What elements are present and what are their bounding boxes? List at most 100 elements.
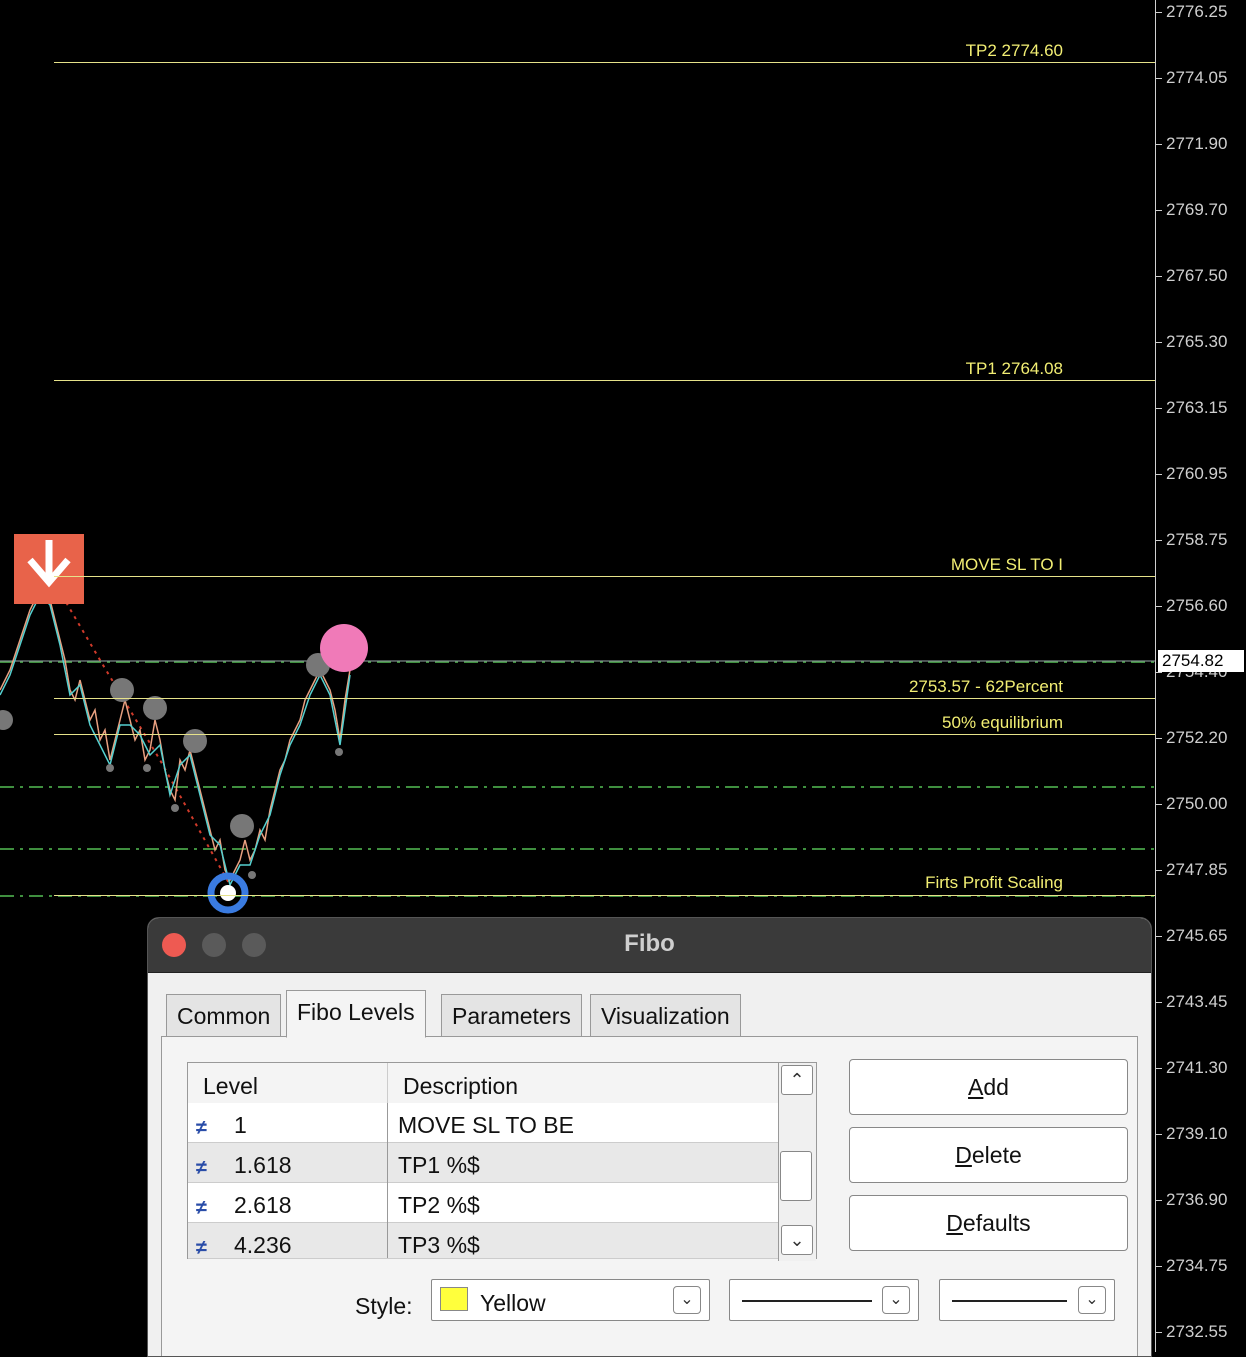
axis-tick-label: 2771.90 [1166, 134, 1228, 153]
price-axis[interactable]: 2776.25 2774.05 2771.90 2769.70 2767.50 2765.… [1155, 0, 1246, 1352]
titlebar[interactable]: Fibo [148, 918, 1151, 973]
axis-tick-mark [1156, 12, 1162, 13]
table-row[interactable]: ≠ 2.618 TP2 %$ [188, 1183, 778, 1223]
color-swatch [440, 1287, 468, 1311]
axis-tick-mark [1156, 408, 1162, 409]
style-label: Style: [355, 1293, 413, 1319]
axis-tick-label: 2745.65 [1166, 926, 1228, 945]
axis-tick-label: 2758.75 [1166, 530, 1228, 549]
defaults-button[interactable]: Defaults [849, 1195, 1128, 1251]
axis-tick-label: 2774.05 [1166, 68, 1228, 87]
swing-dot [143, 696, 167, 720]
level-value: 1 [234, 1112, 247, 1138]
line-width-select[interactable]: ⌄ [939, 1279, 1115, 1321]
tp1-label: TP1 2764.08 [965, 359, 1063, 378]
level-value: 1.618 [234, 1152, 292, 1178]
current-price-badge: 2754.82 [1158, 650, 1244, 672]
line-style-select[interactable]: ⌄ [729, 1279, 919, 1321]
swing-dot [0, 710, 13, 730]
column-header-level[interactable]: Level [188, 1063, 388, 1103]
equilibrium-line [54, 734, 1155, 735]
axis-tick-mark [1156, 474, 1162, 475]
axis-tick-label: 2750.00 [1166, 794, 1228, 813]
column-header-description[interactable]: Description [388, 1063, 778, 1103]
axis-tick-label: 2767.50 [1166, 266, 1228, 285]
line-width-preview [952, 1300, 1067, 1302]
axis-tick-label: 2743.45 [1166, 992, 1228, 1011]
chevron-down-icon[interactable]: ⌄ [882, 1286, 910, 1314]
axis-tick-mark [1156, 1002, 1162, 1003]
axis-tick-mark [1156, 276, 1162, 277]
fibo-level-icon: ≠ [196, 1156, 207, 1179]
line-style-preview [742, 1300, 872, 1302]
axis-tick-label: 2776.25 [1166, 2, 1228, 21]
pct62-label: 2753.57 - 62Percent [908, 677, 1063, 696]
swing-dot-small [171, 804, 179, 812]
swing-dot-small [248, 871, 256, 879]
axis-tick-label: 2765.30 [1166, 332, 1228, 351]
fibo-level-icon: ≠ [196, 1116, 207, 1139]
axis-tick-mark [1156, 1134, 1162, 1135]
first-profit-label: Firts Profit Scaling [925, 873, 1063, 892]
pink-signal-dot [320, 624, 368, 672]
swing-dot-small [143, 764, 151, 772]
axis-tick-label: 2752.20 [1166, 728, 1228, 747]
chevron-down-icon[interactable]: ⌄ [1078, 1286, 1106, 1314]
move-sl-line [54, 576, 1155, 577]
axis-tick-mark [1156, 870, 1162, 871]
scroll-thumb[interactable] [780, 1151, 812, 1201]
axis-tick-mark [1156, 1068, 1162, 1069]
axis-tick-label: 2736.90 [1166, 1190, 1228, 1209]
axis-tick-mark [1156, 936, 1162, 937]
level-description: TP3 %$ [398, 1232, 480, 1258]
tab-visualization[interactable]: Visualization [590, 994, 741, 1036]
color-name: Yellow [480, 1290, 546, 1316]
move-sl-label: MOVE SL TO I [950, 555, 1063, 574]
table-row[interactable]: ≠ 1.618 TP1 %$ [188, 1143, 778, 1183]
fibo-levels-panel: Level Description ≠ 1 MOVE SL TO BE ≠ 1.61… [161, 1036, 1138, 1356]
buy-signal-center [220, 885, 236, 901]
axis-tick-mark [1156, 606, 1162, 607]
axis-tick-mark [1156, 540, 1162, 541]
tp2-line [54, 62, 1155, 63]
tab-fibo-levels[interactable]: Fibo Levels [286, 990, 426, 1038]
axis-tick-label: 2756.60 [1166, 596, 1228, 615]
axis-tick-mark [1156, 672, 1162, 673]
add-button[interactable]: Add [849, 1059, 1128, 1115]
price-series-alt [0, 593, 351, 888]
axis-tick-label: 2763.15 [1166, 398, 1228, 417]
axis-tick-label: 2747.85 [1166, 860, 1228, 879]
equilibrium-label: 50% equilibrium [942, 713, 1063, 732]
axis-tick-label: 2739.10 [1166, 1124, 1228, 1143]
axis-tick-mark [1156, 144, 1162, 145]
scroll-down-icon[interactable]: ⌄ [781, 1225, 813, 1255]
swing-dot [230, 814, 254, 838]
chevron-down-icon[interactable]: ⌄ [673, 1286, 701, 1314]
swing-dot-small [106, 764, 114, 772]
tp2-label: TP2 2774.60 [965, 41, 1063, 60]
delete-button[interactable]: Delete [849, 1127, 1128, 1183]
level-description: TP2 %$ [398, 1192, 480, 1218]
tab-common[interactable]: Common [166, 994, 282, 1036]
swing-dot-small [335, 748, 343, 756]
axis-tick-mark [1156, 78, 1162, 79]
tp1-line [54, 380, 1155, 381]
swing-dot [183, 729, 207, 753]
fibo-level-icon: ≠ [196, 1196, 207, 1219]
pct62-line [54, 698, 1155, 699]
tab-parameters[interactable]: Parameters [441, 994, 582, 1036]
level-value: 4.236 [234, 1232, 292, 1258]
fibo-level-icon: ≠ [196, 1236, 207, 1259]
dialog-title: Fibo [624, 930, 675, 957]
color-select[interactable]: Yellow ⌄ [431, 1279, 710, 1321]
table-row[interactable]: ≠ 1 MOVE SL TO BE [188, 1103, 778, 1143]
grid-scrollbar[interactable]: ⌃ ⌄ [778, 1063, 816, 1261]
axis-tick-label: 2760.95 [1166, 464, 1228, 483]
table-row[interactable]: ≠ 4.236 TP3 %$ [188, 1223, 778, 1259]
levels-grid[interactable]: Level Description ≠ 1 MOVE SL TO BE ≠ 1.61… [187, 1062, 817, 1261]
axis-tick-label: 2769.70 [1166, 200, 1228, 219]
scroll-up-icon[interactable]: ⌃ [781, 1065, 813, 1095]
axis-tick-mark [1156, 1332, 1162, 1333]
axis-tick-mark [1156, 738, 1162, 739]
fibo-dialog: Fibo Common Fibo Levels Parameters Visua… [147, 917, 1152, 1357]
